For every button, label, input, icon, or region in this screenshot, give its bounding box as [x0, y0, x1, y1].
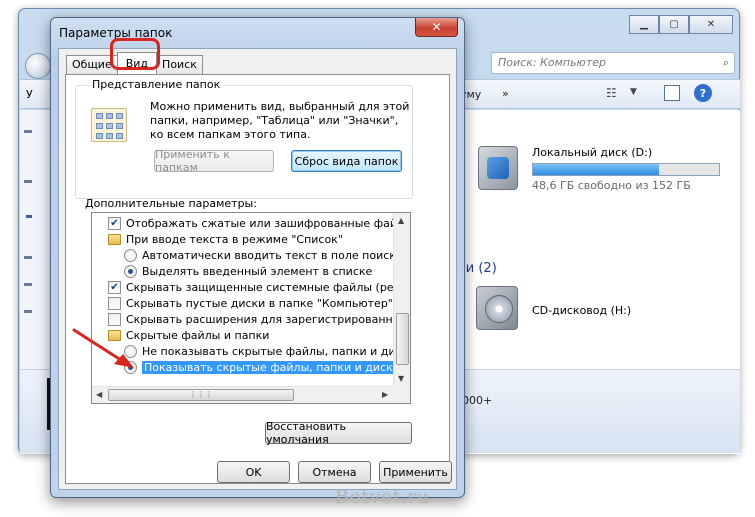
hard-drive-icon	[478, 146, 518, 190]
vertical-scroll-thumb[interactable]	[396, 313, 409, 365]
window-caption-buttons: ▁ ▢ ✕	[629, 15, 733, 34]
tree-row[interactable]: Автоматически вводить текст в поле поиск…	[124, 247, 403, 263]
view-options-icon[interactable]: ☷	[606, 86, 617, 100]
ok-button[interactable]: OK	[217, 461, 290, 483]
folder-icon	[108, 233, 121, 245]
tree-row-label: Отображать сжатые или зашифрованные файл…	[126, 216, 411, 230]
scroll-left-icon[interactable]: ◀	[96, 390, 102, 399]
dialog-close-button[interactable]: ✕	[415, 18, 458, 37]
drive-name: CD-дисковод (H:)	[532, 304, 632, 317]
tree-row-label: Скрытые файлы и папки	[126, 328, 270, 342]
drive-name: Локальный диск (D:)	[532, 146, 653, 159]
nav-mark	[24, 256, 32, 259]
tree-row[interactable]: Скрывать расширения для зарегистрированн…	[108, 311, 411, 327]
close-icon: ✕	[431, 20, 442, 34]
minimize-icon: ▁	[640, 19, 648, 30]
advanced-settings-label: Дополнительные параметры:	[85, 197, 257, 210]
scroll-up-icon[interactable]: ▲	[398, 216, 404, 225]
tree-row[interactable]: Выделять введенный элемент в списке	[124, 263, 372, 279]
restore-defaults-button[interactable]: Восстановить умолчания	[265, 420, 412, 446]
tree-row-label: Показывать скрытые файлы, папки и диски	[142, 360, 402, 374]
nav-mark	[24, 283, 32, 286]
tree-row[interactable]: Скрывать пустые диски в папке "Компьютер…	[108, 295, 393, 311]
radio-unselected-icon[interactable]	[124, 248, 137, 262]
tree-row-label: При вводе текста в режиме "Список"	[126, 232, 343, 246]
maximize-button[interactable]: ▢	[659, 15, 689, 34]
tree-row-label: Скрывать пустые диски в папке "Компьютер…	[126, 296, 393, 310]
watermark: Botvet.ru	[335, 486, 430, 508]
nav-mark	[26, 215, 32, 218]
tree-row[interactable]: ✔ Скрывать защищенные системные файлы (ре…	[108, 279, 411, 295]
cancel-button[interactable]: Отмена	[298, 461, 371, 483]
tab-strip: Общие Вид Поиск	[66, 52, 203, 74]
tree-row-label: Скрывать расширения для зарегистрированн…	[126, 312, 411, 326]
nav-mark	[24, 130, 32, 133]
minimize-button[interactable]: ▁	[629, 15, 659, 34]
search-placeholder: Поиск: Компьютер	[498, 56, 606, 69]
drive-d[interactable]: Локальный диск (D:) 48,6 ГБ свободно из …	[478, 146, 720, 192]
horizontal-scrollbar[interactable]: ◀ ⋮⋮⋮ ▶	[92, 386, 395, 403]
dialog-title: Параметры папок	[59, 26, 173, 40]
scroll-right-icon[interactable]: ▶	[382, 390, 388, 399]
scrollbar-corner	[393, 386, 410, 403]
drive-free-space: 48,6 ГБ свободно из 152 ГБ	[532, 179, 691, 192]
radio-selected-icon[interactable]	[124, 264, 137, 278]
horizontal-scroll-thumb[interactable]: ⋮⋮⋮	[108, 389, 294, 401]
tree-row: При вводе текста в режиме "Список"	[108, 231, 343, 247]
tree-row-label: Не показывать скрытые файлы, папки и дис…	[142, 344, 411, 358]
checkbox-checked-icon[interactable]: ✔	[108, 280, 121, 294]
scroll-down-icon[interactable]: ▼	[398, 374, 404, 383]
tree-row[interactable]: Показывать скрытые файлы, папки и диски	[124, 359, 402, 375]
cd-drive-icon	[476, 286, 518, 330]
reset-folders-button[interactable]: Сброс вида папок	[291, 150, 402, 172]
checkbox-checked-icon[interactable]: ✔	[108, 216, 121, 230]
chevron-down-icon[interactable]: ▼	[630, 87, 637, 97]
vertical-scrollbar[interactable]: ▲ ▼	[393, 213, 410, 388]
tree-row[interactable]: Не показывать скрытые файлы, папки и дис…	[124, 343, 411, 359]
apply-button[interactable]: Применить	[379, 461, 452, 483]
drive-usage-bar	[532, 163, 720, 176]
toolbar-more-button[interactable]: »	[502, 87, 509, 100]
preview-pane-icon[interactable]	[664, 85, 680, 101]
back-button[interactable]	[25, 53, 51, 79]
checkbox-unchecked-icon[interactable]	[108, 296, 121, 310]
tree-row-label: Скрывать защищенные системные файлы (рек…	[126, 280, 411, 294]
nav-mark	[24, 180, 32, 183]
toolbar-item-left[interactable]: У	[26, 88, 33, 101]
tree-row-label: Автоматически вводить текст в поле поиск…	[142, 248, 403, 262]
advanced-settings-tree[interactable]: ✔ Отображать сжатые или зашифрованные фай…	[91, 212, 411, 404]
help-icon[interactable]: ?	[694, 84, 712, 102]
checkbox-unchecked-icon[interactable]	[108, 312, 121, 326]
folder-options-dialog: Параметры папок ✕ Общие Вид Поиск Предст…	[50, 17, 465, 498]
search-icon: ⌕	[722, 56, 729, 69]
details-text: 000+	[462, 394, 493, 407]
tab-general[interactable]: Общие	[66, 55, 118, 74]
tree-row[interactable]: ✔ Отображать сжатые или зашифрованные фай…	[108, 215, 411, 231]
close-icon: ✕	[706, 19, 716, 30]
maximize-icon: ▢	[669, 19, 679, 30]
drive-h[interactable]: CD-дисковод (H:)	[476, 286, 631, 330]
folder-views-icon	[91, 108, 127, 142]
close-button[interactable]: ✕	[689, 15, 733, 34]
drive-usage-fill	[533, 164, 660, 175]
search-input[interactable]: Поиск: Компьютер ⌕	[491, 52, 735, 74]
folder-views-description: Можно применить вид, выбранный для этой …	[150, 100, 410, 141]
annotation-arrow	[72, 328, 134, 368]
tab-view[interactable]: Вид	[116, 52, 158, 74]
tab-search[interactable]: Поиск	[156, 55, 203, 74]
apply-to-folders-button[interactable]: Применить к папкам	[154, 148, 274, 174]
tree-row-label: Выделять введенный элемент в списке	[142, 264, 373, 278]
nav-mark	[24, 310, 32, 313]
folder-views-label: Представление папок	[89, 78, 224, 91]
